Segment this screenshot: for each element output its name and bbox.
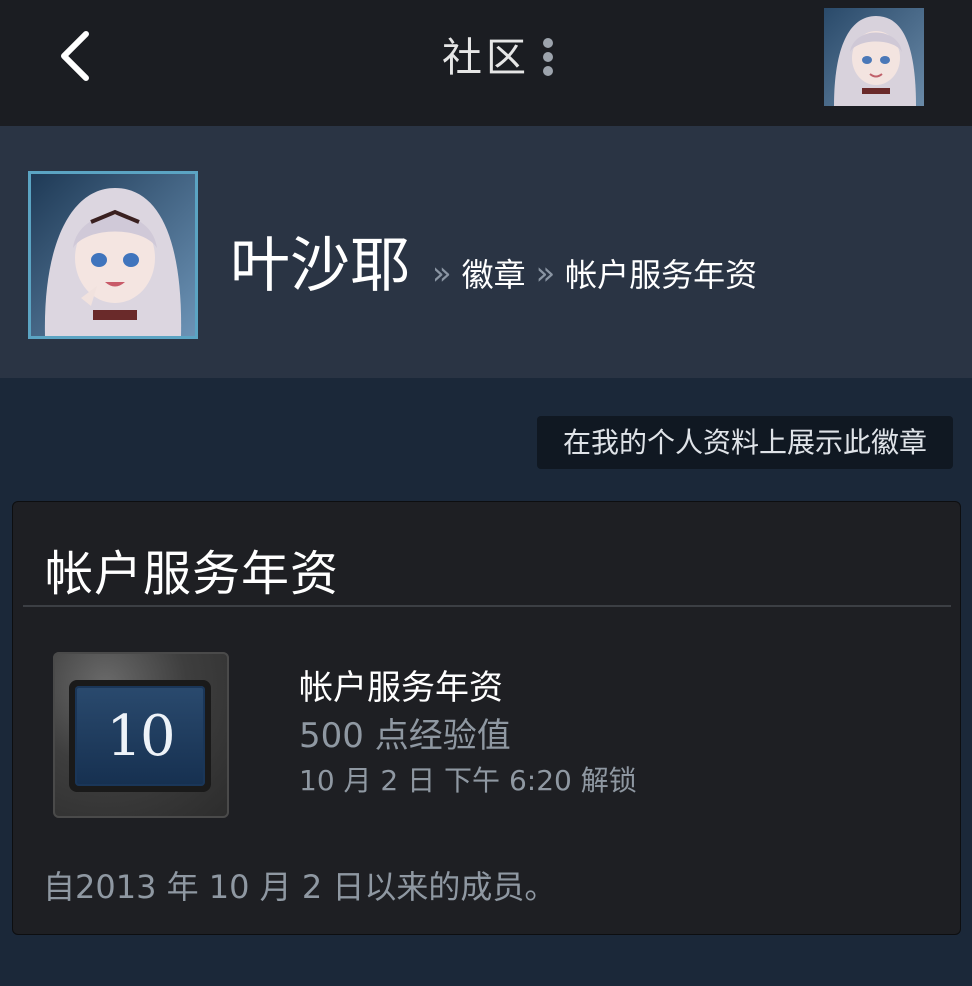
showcase-badge-button[interactable]: 在我的个人资料上展示此徽章 (537, 416, 953, 469)
badge-detail-card: 帐户服务年资 10 帐户服务年资 500 点经验值 10 月 2 日 下午 6:… (12, 501, 961, 935)
member-since-text: 自2013 年 10 月 2 日以来的成员。 (43, 868, 557, 906)
kebab-dot (543, 66, 553, 76)
badge-icon: 10 (53, 652, 229, 818)
kebab-dot (543, 52, 553, 62)
card-title: 帐户服务年资 (45, 546, 340, 602)
profile-header: 叶沙耶 » 徽章 » 帐户服务年资 (0, 126, 972, 378)
divider (23, 605, 951, 607)
badge-xp: 500 点经验值 (299, 716, 511, 756)
badge-name: 帐户服务年资 (299, 668, 503, 708)
kebab-menu-button[interactable] (532, 34, 564, 80)
kebab-dot (543, 38, 553, 48)
profile-avatar[interactable] (28, 171, 198, 339)
breadcrumb-separator: » (535, 254, 556, 292)
breadcrumb: 叶沙耶 » 徽章 » 帐户服务年资 (230, 221, 757, 311)
breadcrumb-current: 帐户服务年资 (565, 256, 758, 294)
badge-unlock-time: 10 月 2 日 下午 6:20 解锁 (299, 764, 637, 797)
user-avatar[interactable] (824, 8, 924, 106)
persona-name-link[interactable]: 叶沙耶 (230, 226, 410, 306)
avatar-image (31, 174, 195, 336)
badge-years-number: 10 (75, 686, 205, 786)
badge-info: 帐户服务年资 500 点经验值 10 月 2 日 下午 6:20 解锁 (299, 664, 637, 802)
top-nav-bar: 社区 (0, 0, 972, 126)
badge-plate: 10 (69, 680, 211, 792)
breadcrumb-badges-link[interactable]: 徽章 (462, 250, 526, 296)
breadcrumb-separator: » (432, 254, 452, 292)
avatar-image (824, 8, 924, 106)
